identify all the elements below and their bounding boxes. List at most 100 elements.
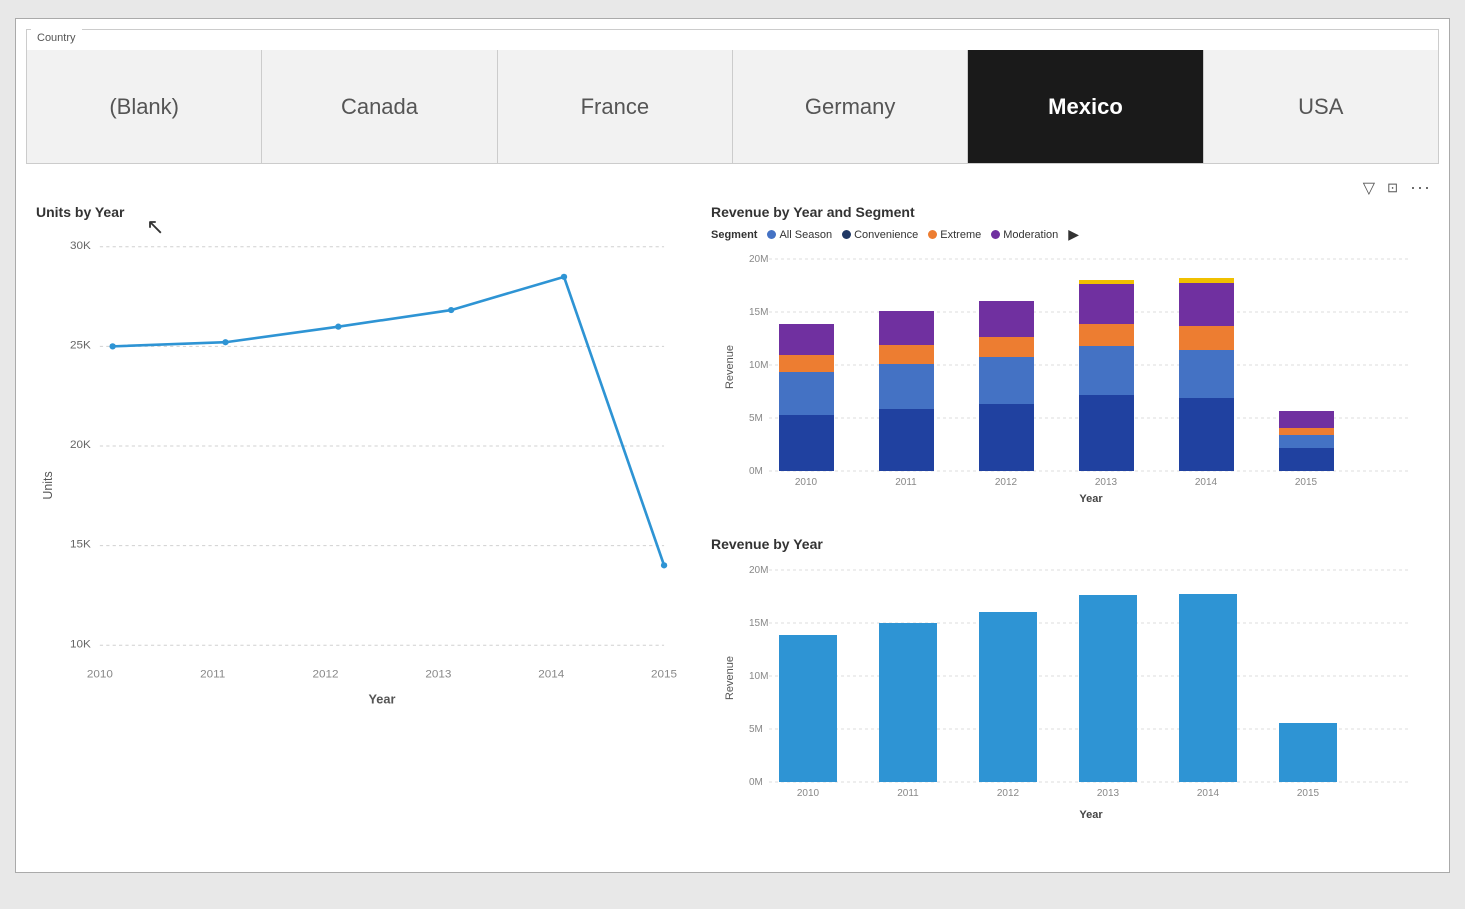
svg-text:2015: 2015 <box>651 669 677 681</box>
bar-2015-extreme <box>1279 428 1334 435</box>
svg-text:2014: 2014 <box>1195 477 1218 488</box>
legend-next-icon[interactable]: ▶ <box>1068 226 1079 243</box>
bar-2011-convenience <box>879 409 934 471</box>
segment-legend: Segment All Season Convenience Extreme M… <box>711 226 1431 243</box>
svg-text:10M: 10M <box>749 671 768 682</box>
svg-text:30K: 30K <box>70 240 91 252</box>
legend-label-convenience: Convenience <box>854 229 918 241</box>
bar-2013-extreme <box>1079 324 1134 346</box>
svg-text:20M: 20M <box>749 565 768 576</box>
legend-dot-extreme <box>928 230 937 239</box>
bar-2011 <box>879 623 937 782</box>
bar-2010-extreme <box>779 355 834 372</box>
svg-text:2012: 2012 <box>995 477 1018 488</box>
expand-icon[interactable]: ⊡ <box>1387 180 1398 196</box>
bar-2012-extreme <box>979 337 1034 357</box>
bar-2010 <box>779 635 837 782</box>
svg-text:2015: 2015 <box>1295 477 1318 488</box>
units-by-year-chart: Units by Year 30K 25K 20K 15K 10K Units <box>36 204 696 784</box>
svg-text:2011: 2011 <box>200 669 225 681</box>
bar-2014-allseason <box>1179 350 1234 398</box>
svg-text:Revenue: Revenue <box>724 345 736 389</box>
svg-text:2015: 2015 <box>1297 788 1320 799</box>
units-chart-title: Units by Year <box>36 204 696 220</box>
svg-text:2010: 2010 <box>797 788 820 799</box>
slicer-label: Country <box>31 29 82 47</box>
bar-2014-moderation <box>1179 283 1234 326</box>
svg-text:2014: 2014 <box>538 669 565 681</box>
bar-2013-extra <box>1079 280 1134 284</box>
bar-2012-allseason <box>979 357 1034 404</box>
bar-2013-moderation <box>1079 284 1134 324</box>
svg-text:2012: 2012 <box>313 669 339 681</box>
bar-2014-convenience <box>1179 398 1234 471</box>
rev-year-title: Revenue by Year <box>711 536 1431 552</box>
bar-2012-moderation <box>979 301 1034 337</box>
country-usa[interactable]: USA <box>1204 50 1438 163</box>
svg-text:2013: 2013 <box>425 669 451 681</box>
bar-2012 <box>979 612 1037 782</box>
legend-label-moderation: Moderation <box>1003 229 1058 241</box>
country-germany[interactable]: Germany <box>733 50 968 163</box>
rev-segment-svg: 20M 15M 10M 5M 0M Revenue <box>711 247 1431 507</box>
svg-text:10K: 10K <box>70 638 91 650</box>
country-france[interactable]: France <box>498 50 733 163</box>
country-buttons: (Blank) Canada France Germany Mexico USA <box>27 30 1438 163</box>
bar-2015 <box>1279 723 1337 782</box>
svg-text:Units: Units <box>41 471 55 499</box>
legend-label-extreme: Extreme <box>940 229 981 241</box>
bar-2014-extreme <box>1179 326 1234 350</box>
svg-text:25K: 25K <box>70 340 91 352</box>
svg-text:Revenue: Revenue <box>724 656 736 700</box>
country-canada[interactable]: Canada <box>262 50 497 163</box>
bar-2013-convenience <box>1079 395 1134 471</box>
rev-year-chart: Revenue by Year 20M 15M 10M 5M 0M Revenu… <box>711 536 1431 856</box>
svg-text:2013: 2013 <box>1095 477 1118 488</box>
svg-text:Year: Year <box>1079 493 1103 505</box>
bar-2015-moderation <box>1279 411 1334 428</box>
bar-2011-moderation <box>879 311 934 345</box>
svg-text:2014: 2014 <box>1197 788 1220 799</box>
bar-2011-extreme <box>879 345 934 364</box>
bar-2015-allseason <box>1279 435 1334 448</box>
legend-label-all-season: All Season <box>779 229 832 241</box>
bar-2013-allseason <box>1079 346 1134 395</box>
legend-extreme: Extreme <box>928 229 981 241</box>
more-icon[interactable]: ··· <box>1410 177 1431 198</box>
legend-dot-convenience <box>842 230 851 239</box>
legend-all-season: All Season <box>767 229 832 241</box>
svg-text:20M: 20M <box>749 254 768 265</box>
svg-text:0M: 0M <box>749 466 763 477</box>
rev-segment-title: Revenue by Year and Segment <box>711 204 1431 220</box>
bar-2013 <box>1079 595 1137 782</box>
legend-convenience: Convenience <box>842 229 918 241</box>
bar-2012-convenience <box>979 404 1034 471</box>
bar-2014-extra <box>1179 278 1234 283</box>
legend-segment-label: Segment <box>711 229 757 241</box>
filter-icon[interactable]: ▽ <box>1363 178 1375 198</box>
svg-text:15M: 15M <box>749 307 768 318</box>
legend-dot-all-season <box>767 230 776 239</box>
bar-2014 <box>1179 594 1237 782</box>
legend-dot-moderation <box>991 230 1000 239</box>
country-slicer: Country (Blank) Canada France Germany Me… <box>26 29 1439 164</box>
country-blank[interactable]: (Blank) <box>27 50 262 163</box>
legend-moderation: Moderation <box>991 229 1058 241</box>
rev-segment-chart: Revenue by Year and Segment Segment All … <box>711 204 1431 519</box>
svg-text:20K: 20K <box>70 439 91 451</box>
svg-text:15M: 15M <box>749 618 768 629</box>
svg-text:Year: Year <box>368 692 395 706</box>
svg-text:10M: 10M <box>749 360 768 371</box>
toolbar: ▽ ⊡ ··· <box>1363 177 1431 198</box>
svg-text:2011: 2011 <box>895 477 917 488</box>
svg-text:0M: 0M <box>749 777 763 788</box>
svg-text:2010: 2010 <box>87 669 113 681</box>
bar-2010-allseason <box>779 372 834 415</box>
svg-text:2011: 2011 <box>897 788 919 799</box>
svg-text:2010: 2010 <box>795 477 818 488</box>
svg-text:5M: 5M <box>749 724 763 735</box>
svg-text:5M: 5M <box>749 413 763 424</box>
units-chart-svg: 30K 25K 20K 15K 10K Units <box>36 226 696 776</box>
country-mexico[interactable]: Mexico <box>968 50 1203 163</box>
svg-text:2012: 2012 <box>997 788 1020 799</box>
